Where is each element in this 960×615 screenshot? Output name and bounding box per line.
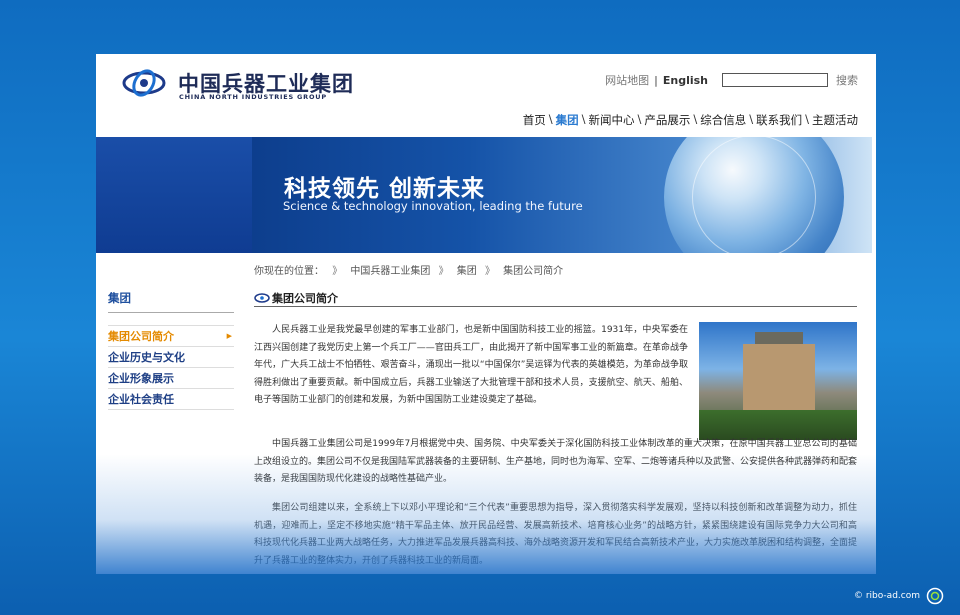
main-nav: 首页 \ 集团 \ 新闻中心 \ 产品展示 \ 综合信息 \ 联系我们 \ 主题… [523, 112, 858, 128]
nav-separator: \ [693, 112, 698, 126]
sidebar-item-label: 企业形象展示 [108, 372, 174, 385]
nav-separator: \ [637, 112, 642, 126]
top-links: 网站地图 | English 搜索 [605, 72, 858, 88]
logo-small-icon [254, 293, 270, 303]
sidebar-item-history[interactable]: 企业历史与文化 [108, 347, 234, 368]
breadcrumb-item-current: 集团公司简介 [503, 266, 564, 277]
logo-mark-icon [122, 69, 166, 97]
sidebar-item-label: 企业历史与文化 [108, 351, 185, 364]
breadcrumb-arrow: 》 [484, 266, 495, 277]
content-paragraph: 集团公司组建以来，全系统上下以邓小平理论和“三个代表”重要思想为指导，深入贯彻落… [254, 503, 858, 566]
nav-separator: \ [548, 112, 553, 126]
breadcrumb-arrow: 》 [332, 266, 343, 277]
page-title: 集团公司简介 [272, 292, 338, 305]
sidebar-item-label: 企业社会责任 [108, 393, 174, 406]
banner-image: 科技领先 创新未来 Science & technology innovatio… [252, 137, 872, 253]
content-paragraph: 人民兵器工业是我党最早创建的军事工业部门，也是新中国国防科技工业的摇篮。1931… [254, 325, 688, 406]
building-photo [699, 322, 857, 440]
banner-left-block [96, 137, 252, 253]
breadcrumb: 你现在的位置： 》 中国兵器工业集团 》 集团 》 集团公司简介 [254, 262, 563, 277]
search-button[interactable]: 搜索 [836, 72, 858, 88]
english-link[interactable]: English [663, 74, 708, 87]
nav-item-info[interactable]: 综合信息 [700, 112, 746, 128]
triangle-right-icon: ▶ [226, 332, 232, 340]
nav-separator: \ [581, 112, 586, 126]
breadcrumb-prefix: 你现在的位置： [254, 266, 324, 277]
logo-text-en: CHINA NORTH INDUSTRIES GROUP [179, 93, 327, 101]
sidebar-list: 集团公司简介 ▶ 企业历史与文化 企业形象展示 企业社会责任 [108, 325, 234, 410]
content-paragraph: 中国兵器工业集团公司是1999年7月根据党中央、国务院、中央军委关于深化国防科技… [254, 439, 858, 485]
breadcrumb-arrow: 》 [438, 266, 449, 277]
watermark-text: © ribo-ad.com [853, 591, 920, 601]
sidebar-item-responsibility[interactable]: 企业社会责任 [108, 389, 234, 410]
breadcrumb-item-home[interactable]: 中国兵器工业集团 [350, 266, 430, 277]
banner: 科技领先 创新未来 Science & technology innovatio… [96, 137, 876, 253]
nav-separator: \ [749, 112, 754, 126]
nav-item-news[interactable]: 新闻中心 [589, 112, 635, 128]
nav-item-contact[interactable]: 联系我们 [756, 112, 802, 128]
nav-item-products[interactable]: 产品展示 [644, 112, 690, 128]
page-container: 中国兵器工业集团 CHINA NORTH INDUSTRIES GROUP 网站… [96, 54, 876, 574]
sidebar-title: 集团 [108, 290, 234, 313]
content-header: 集团公司简介 [254, 290, 857, 307]
nav-item-events[interactable]: 主题活动 [812, 112, 858, 128]
globe-ring [692, 137, 816, 253]
nav-item-group[interactable]: 集团 [556, 112, 579, 128]
nav-separator: \ [805, 112, 809, 126]
banner-title-en: Science & technology innovation, leading… [283, 199, 583, 213]
banner-title-cn: 科技领先 创新未来 [284, 176, 486, 202]
breadcrumb-item-group[interactable]: 集团 [457, 266, 477, 277]
sidebar: 集团 集团公司简介 ▶ 企业历史与文化 企业形象展示 企业社会责任 [108, 290, 234, 410]
watermark-logo-icon [926, 587, 944, 605]
watermark: © ribo-ad.com [854, 587, 944, 605]
nav-item-home[interactable]: 首页 [523, 112, 546, 128]
logo[interactable]: 中国兵器工业集团 CHINA NORTH INDUSTRIES GROUP [122, 66, 372, 101]
sidebar-item-image[interactable]: 企业形象展示 [108, 368, 234, 389]
sitemap-link[interactable]: 网站地图 [605, 72, 649, 88]
sidebar-item-label: 集团公司简介 [108, 330, 174, 343]
separator: | [654, 73, 658, 87]
sidebar-item-profile[interactable]: 集团公司简介 ▶ [108, 326, 234, 347]
search-input[interactable] [722, 73, 828, 87]
